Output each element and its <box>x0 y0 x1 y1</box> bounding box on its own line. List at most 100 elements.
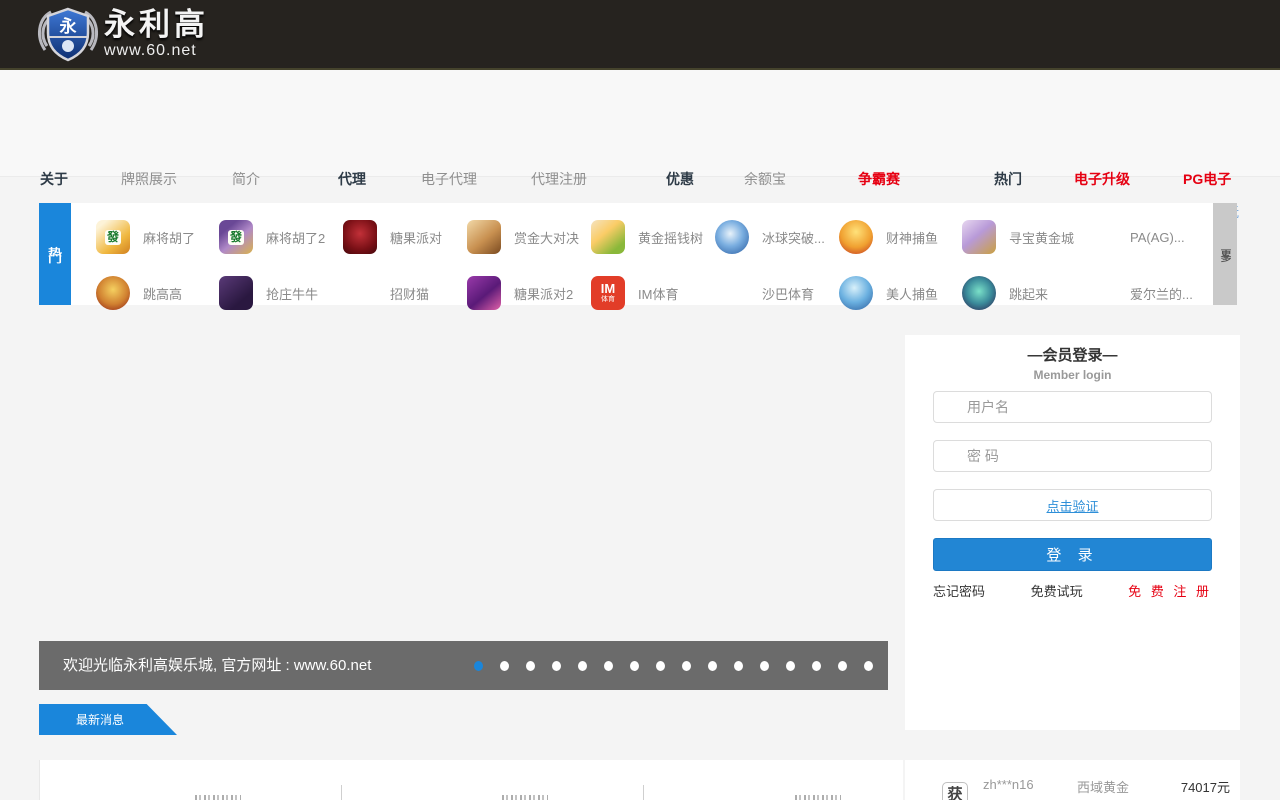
winner-amount: 74017元 <box>1180 780 1230 795</box>
carousel-hot-tab[interactable]: 热门 <box>39 203 81 305</box>
login-panel: —会员登录— Member login 点击验证 登 录 忘记密码 免费试玩 免… <box>905 335 1240 730</box>
game-label: 赏金大对决 <box>514 230 580 246</box>
latest-news-ribbon[interactable]: 最新消息 <box>39 704 177 735</box>
game-jump-up[interactable]: 跳起来 <box>962 276 1048 310</box>
winner-badge-icon: 获 <box>942 782 968 800</box>
game-niuniu[interactable]: 抢庄牛牛 <box>219 276 318 310</box>
site-logo[interactable]: 永 永利高 www.60.net <box>36 4 209 64</box>
game-jump-high[interactable]: 跳高高 <box>96 276 182 310</box>
game-label: 糖果派对2 <box>514 286 574 302</box>
welcome-bar: 欢迎光临永利高娱乐城, 官方网址 : www.60.net <box>39 641 888 690</box>
game-im-sports[interactable]: IM 体育 IM体育 <box>591 276 678 310</box>
pagination-dot[interactable] <box>786 660 795 671</box>
pagination-dot[interactable] <box>864 660 873 671</box>
column-divider <box>341 785 342 800</box>
game-mermaid-fishing[interactable]: 美人捕鱼 <box>839 276 938 310</box>
pagination-dot[interactable] <box>734 660 743 671</box>
im-sports-icon: IM 体育 <box>591 276 625 310</box>
game-hockey-break[interactable]: 冰球突破... <box>715 220 825 254</box>
game-label: 寻宝黄金城 <box>1009 230 1075 246</box>
carousel-hot-tab-label: 热门 <box>47 247 63 261</box>
pagination-dot[interactable] <box>474 660 483 671</box>
pagination-dot[interactable] <box>500 660 509 671</box>
nav-tournament[interactable]: 争霸赛 <box>858 171 900 188</box>
logo-domain: www.60.net <box>104 42 197 59</box>
main-nav: 关于 牌照展示 简介 代理 电子代理 代理注册 优惠 余额宝 争霸赛 热门 电子… <box>0 70 1280 220</box>
nav-promo[interactable]: 优惠 <box>666 171 694 188</box>
pagination-dot[interactable] <box>604 660 613 671</box>
nav-about[interactable]: 关于 <box>40 171 68 188</box>
shield-logo-icon: 永 <box>38 7 98 62</box>
game-lucky-cat[interactable]: 招财猫 <box>390 276 429 310</box>
carousel-more-tab[interactable]: 更多 <box>1213 203 1237 305</box>
pagination-dot[interactable] <box>630 660 639 671</box>
free-register-link[interactable]: 免 费 注 册 <box>1128 581 1212 600</box>
pagination-dot[interactable] <box>578 660 587 671</box>
game-candy-party2[interactable]: 糖果派对2 <box>467 276 573 310</box>
game-money-tree[interactable]: 黄金摇钱树 <box>591 220 703 254</box>
game-label: 冰球突破... <box>762 230 825 246</box>
candy-party2-icon <box>467 276 501 310</box>
login-button[interactable]: 登 录 <box>933 538 1212 571</box>
captcha-link[interactable]: 点击验证 <box>1046 496 1098 515</box>
game-candy-party[interactable]: 糖果派对 <box>343 220 442 254</box>
captcha-box[interactable]: 点击验证 <box>933 489 1212 521</box>
im-logo-text: IM <box>600 281 616 296</box>
pagination-dot[interactable] <box>656 660 665 671</box>
gold-city-icon <box>962 220 996 254</box>
pagination-dot[interactable] <box>682 660 691 671</box>
pagination-dot[interactable] <box>760 660 769 671</box>
game-saba-sports[interactable]: 沙巴体育 <box>762 276 814 310</box>
pagination-dot[interactable] <box>838 660 847 671</box>
caishen-fishing-icon <box>839 220 873 254</box>
logo-mark-glyph: 永 <box>59 16 77 36</box>
game-label: 抢庄牛牛 <box>266 286 319 302</box>
nav-yuebao[interactable]: 余额宝 <box>744 171 786 188</box>
nav-license[interactable]: 牌照展示 <box>121 171 177 188</box>
money-tree-icon <box>591 220 625 254</box>
nav-pg[interactable]: PG电子 <box>1183 171 1231 188</box>
jump-high-icon <box>96 276 130 310</box>
pagination-dot[interactable] <box>708 660 717 671</box>
game-label: IM体育 <box>638 286 679 302</box>
game-label: 跳起来 <box>1009 286 1049 302</box>
game-irish[interactable]: 爱尔兰的... <box>1130 276 1193 310</box>
game-label: 沙巴体育 <box>762 286 815 302</box>
game-majiang-hule2[interactable]: 發 麻将胡了2 <box>219 220 325 254</box>
banner-pagination <box>474 660 873 671</box>
games-carousel: 热门 發 麻将胡了 發 麻将胡了2 糖果派对 赏金大对决 黄金摇钱树 冰球突破.… <box>39 203 1237 310</box>
im-logo-subtext: 体育 <box>601 296 615 303</box>
pagination-dot[interactable] <box>552 660 561 671</box>
nav-agent[interactable]: 代理 <box>338 171 366 188</box>
welcome-text: 欢迎光临永利高娱乐城, 官方网址 : www.60.net <box>63 657 372 674</box>
game-label: 糖果派对 <box>390 230 443 246</box>
game-caishen-fishing[interactable]: 财神捕鱼 <box>839 220 938 254</box>
game-gold-city[interactable]: 寻宝黄金城 <box>962 220 1074 254</box>
nav-e-agent[interactable]: 电子代理 <box>421 171 477 188</box>
game-majiang-hule[interactable]: 發 麻将胡了 <box>96 220 195 254</box>
nav-agent-register[interactable]: 代理注册 <box>531 171 587 188</box>
password-input[interactable] <box>933 440 1212 472</box>
nav-hot[interactable]: 热门 <box>994 171 1022 188</box>
niuniu-icon <box>219 276 253 310</box>
game-bounty-duel[interactable]: 赏金大对决 <box>467 220 579 254</box>
pagination-dot[interactable] <box>812 660 821 671</box>
game-label: 跳高高 <box>143 286 183 302</box>
login-subtitle: Member login <box>1033 368 1112 382</box>
game-label: 麻将胡了 <box>143 230 196 246</box>
game-label: 财神捕鱼 <box>886 230 939 246</box>
login-links: 忘记密码 免费试玩 免 费 注 册 <box>933 581 1212 600</box>
game-label: 黄金摇钱树 <box>638 230 704 246</box>
nav-intro[interactable]: 简介 <box>232 171 260 188</box>
username-input[interactable] <box>933 391 1212 423</box>
game-label: 招财猫 <box>390 286 430 302</box>
bounty-duel-icon <box>467 220 501 254</box>
fa-tile-glyph: 發 <box>227 229 244 245</box>
forgot-password-link[interactable]: 忘记密码 <box>933 581 985 600</box>
majiang-hule2-icon: 發 <box>219 220 253 254</box>
free-trial-link[interactable]: 免费试玩 <box>1031 581 1083 600</box>
nav-e-upgrade[interactable]: 电子升级 <box>1074 171 1130 188</box>
game-pa-ag[interactable]: PA(AG)... <box>1130 220 1185 254</box>
pagination-dot[interactable] <box>526 660 535 671</box>
jump-up-icon <box>962 276 996 310</box>
